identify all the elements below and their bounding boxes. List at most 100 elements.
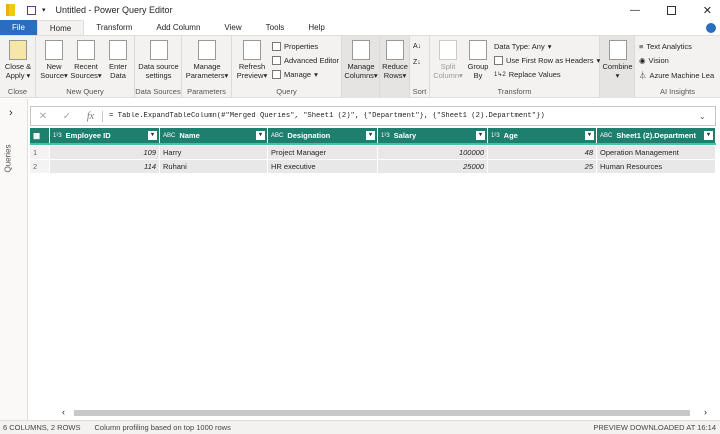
tab-home[interactable]: Home xyxy=(36,20,85,35)
filter-dropdown-icon[interactable]: ▾ xyxy=(585,131,594,140)
sort-descending-button[interactable]: Z↓ xyxy=(413,58,421,67)
row-number[interactable]: 2 xyxy=(30,160,50,174)
close-apply-button[interactable]: Close & Apply ▾ xyxy=(2,40,34,80)
tab-help[interactable]: Help xyxy=(296,20,336,35)
formula-input[interactable]: = Table.ExpandTableColumn(#"Merged Queri… xyxy=(103,112,699,120)
label: Source xyxy=(40,71,64,80)
profiling-status[interactable]: Column profiling based on top 1000 rows xyxy=(95,423,231,432)
table-cell[interactable]: Ruhani xyxy=(160,160,268,174)
table-cell[interactable]: Operation Management xyxy=(597,146,716,160)
new-source-button[interactable]: New Source▾ xyxy=(39,40,69,80)
tab-add-column[interactable]: Add Column xyxy=(144,20,212,35)
scrollbar-thumb[interactable] xyxy=(74,410,690,416)
text-type-icon[interactable]: ABC xyxy=(163,133,175,139)
data-source-settings-button[interactable]: Data source settings xyxy=(136,40,181,80)
label: Enter xyxy=(109,62,127,71)
split-column-button[interactable]: Split Column▾ xyxy=(432,40,464,80)
column-name: Employee ID xyxy=(65,131,111,140)
maximize-button[interactable] xyxy=(667,5,676,15)
cancel-icon[interactable]: ✕ xyxy=(31,111,55,122)
filter-dropdown-icon[interactable]: ▾ xyxy=(704,131,713,140)
filter-dropdown-icon[interactable]: ▾ xyxy=(366,131,375,140)
group-by-icon xyxy=(469,40,487,60)
manage-columns-button[interactable]: Manage Columns▾ xyxy=(343,40,379,80)
reduce-rows-button[interactable]: Reduce Rows▾ xyxy=(381,40,409,80)
scroll-left-icon[interactable]: ‹ xyxy=(62,407,65,417)
data-type-dropdown[interactable]: Data Type: Any ▾ xyxy=(494,42,552,51)
table-cell[interactable]: 25000 xyxy=(378,160,488,174)
quick-access-dropdown-icon[interactable]: ▾ xyxy=(42,6,46,14)
vision-button[interactable]: ◉ Vision xyxy=(639,56,669,65)
text-analytics-button[interactable]: ≡ Text Analytics xyxy=(639,42,692,51)
advanced-editor-button[interactable]: Advanced Editor xyxy=(272,56,339,65)
table-cell[interactable]: 114 xyxy=(50,160,160,174)
commit-icon[interactable]: ✓ xyxy=(55,111,79,122)
filter-dropdown-icon[interactable]: ▾ xyxy=(148,131,157,140)
table-cell[interactable]: 48 xyxy=(488,146,597,160)
filter-dropdown-icon[interactable]: ▾ xyxy=(476,131,485,140)
label: Refresh xyxy=(238,62,266,71)
column-header[interactable]: 1²3 Salary ▾ xyxy=(378,128,488,143)
refresh-preview-button[interactable]: Refresh Preview▾ xyxy=(234,40,270,80)
column-header[interactable]: ABC Designation ▾ xyxy=(268,128,378,143)
table-cell[interactable]: Project Manager xyxy=(268,146,378,160)
label: Data Type: Any xyxy=(494,42,545,51)
manage-button[interactable]: Manage ▾ xyxy=(272,70,318,79)
label: settings xyxy=(145,71,172,80)
horizontal-scrollbar[interactable]: ‹ › xyxy=(60,407,716,418)
combine-button[interactable]: Combine ▾ xyxy=(601,40,634,80)
group-label: Data Sources xyxy=(135,87,181,96)
label: Azure Machine Lea xyxy=(649,71,715,80)
label: New xyxy=(46,62,62,71)
manage-parameters-button[interactable]: Manage Parameters▾ xyxy=(183,40,231,80)
recent-sources-button[interactable]: Recent Sources▾ xyxy=(70,40,102,80)
text-type-icon[interactable]: ABC xyxy=(271,133,283,139)
table-cell[interactable]: Human Resources xyxy=(597,160,716,174)
sort-ascending-button[interactable]: A↓ xyxy=(413,42,421,51)
fx-icon[interactable]: fx xyxy=(79,110,103,122)
column-name: Sheet1 (2).Department xyxy=(616,131,696,140)
label: Preview xyxy=(236,71,264,80)
save-icon[interactable] xyxy=(27,5,36,15)
minimize-button[interactable]: — xyxy=(630,5,640,16)
number-type-icon[interactable]: 1²3 xyxy=(491,133,500,139)
manage-icon xyxy=(272,70,281,79)
label: By xyxy=(473,71,483,80)
expand-formula-chevron-icon[interactable]: ⌄ xyxy=(699,112,715,121)
filter-dropdown-icon[interactable]: ▾ xyxy=(256,131,265,140)
properties-button[interactable]: Properties xyxy=(272,42,318,51)
scroll-right-icon[interactable]: › xyxy=(704,407,707,417)
enter-data-button[interactable]: Enter Data xyxy=(104,40,132,80)
help-icon[interactable] xyxy=(706,23,716,33)
window-title: Untitled - Power Query Editor xyxy=(55,5,173,15)
table-cell[interactable]: 100000 xyxy=(378,146,488,160)
tab-file[interactable]: File xyxy=(0,20,37,35)
expand-queries-chevron-icon[interactable]: › xyxy=(9,107,13,119)
replace-values-button[interactable]: 1↳2 Replace Values xyxy=(494,70,561,79)
table-menu-icon[interactable]: ▦ xyxy=(30,128,50,143)
column-header[interactable]: 1²3 Employee ID ▾ xyxy=(50,128,160,143)
close-button[interactable]: ✕ xyxy=(703,4,712,17)
group-sort: A↓ Z↓ Sort xyxy=(410,36,430,98)
column-name: Salary xyxy=(393,131,417,140)
table-cell[interactable]: HR executive xyxy=(268,160,378,174)
row-number[interactable]: 1 xyxy=(30,146,50,160)
column-header[interactable]: ABC Sheet1 (2).Department ▾ xyxy=(597,128,716,143)
tab-transform[interactable]: Transform xyxy=(84,20,144,35)
table-cell[interactable]: Harry xyxy=(160,146,268,160)
column-header[interactable]: ABC Name ▾ xyxy=(160,128,268,143)
text-type-icon[interactable]: ABC xyxy=(600,133,612,139)
tab-tools[interactable]: Tools xyxy=(254,20,297,35)
azure-ml-button[interactable]: ⏃ Azure Machine Lea xyxy=(639,70,714,81)
table-cell[interactable]: 25 xyxy=(488,160,597,174)
column-header[interactable]: 1²3 Age ▾ xyxy=(488,128,597,143)
parameters-icon xyxy=(198,40,216,60)
use-first-row-headers-button[interactable]: Use First Row as Headers ▾ xyxy=(494,56,600,65)
label: Vision xyxy=(648,56,669,65)
tab-view[interactable]: View xyxy=(212,20,253,35)
table-cell[interactable]: 109 xyxy=(50,146,160,160)
group-by-button[interactable]: Group By xyxy=(466,40,490,80)
queries-pane: › Queries xyxy=(0,99,28,420)
number-type-icon[interactable]: 1²3 xyxy=(53,133,62,139)
number-type-icon[interactable]: 1²3 xyxy=(381,133,390,139)
